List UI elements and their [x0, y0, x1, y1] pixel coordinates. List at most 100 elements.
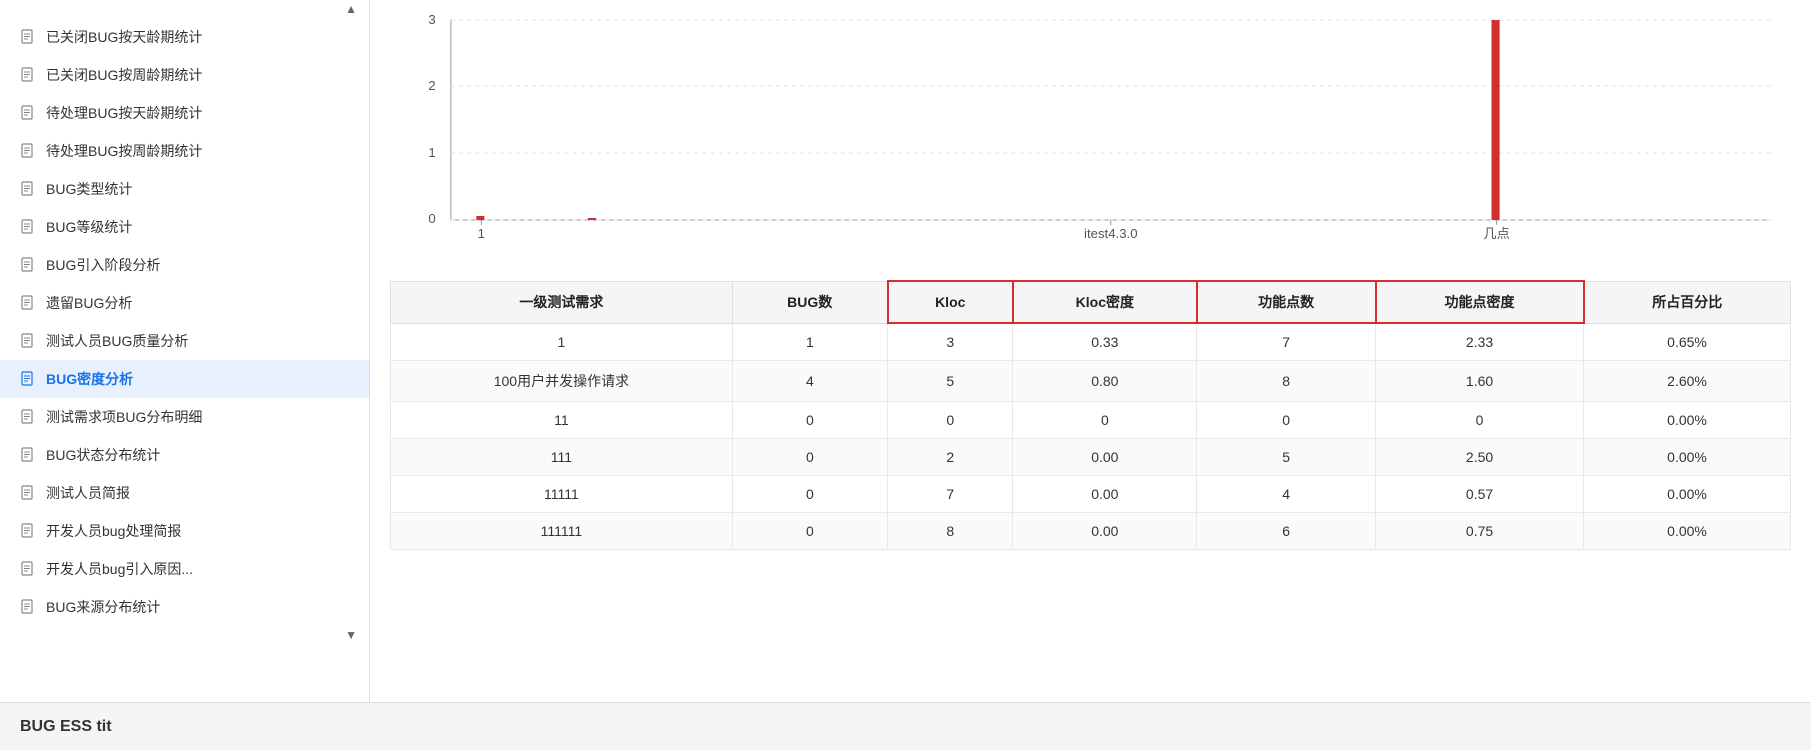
scroll-down-button[interactable]: ▼ — [341, 626, 361, 644]
cell-func-pts: 4 — [1197, 476, 1376, 513]
doc-icon — [20, 484, 38, 502]
cell-bugs: 0 — [732, 513, 887, 550]
table-row: 11000000.00% — [391, 402, 1791, 439]
sidebar-item-tester-bug-quality[interactable]: 测试人员BUG质量分析 — [0, 322, 369, 360]
cell-func-pts: 7 — [1197, 323, 1376, 361]
sidebar-item-bug-source-dist[interactable]: BUG来源分布统计 — [0, 588, 369, 626]
sidebar-item-pending-bug-age[interactable]: 待处理BUG按天龄期统计 — [0, 94, 369, 132]
cell-req: 11 — [391, 402, 733, 439]
sidebar-item-label: BUG等级统计 — [46, 217, 132, 237]
th-func-pts: 功能点数 — [1197, 281, 1376, 323]
table-row: 111020.0052.500.00% — [391, 439, 1791, 476]
cell-func-density: 0.75 — [1376, 513, 1584, 550]
cell-func-density: 0 — [1376, 402, 1584, 439]
sidebar-item-bug-level[interactable]: BUG等级统计 — [0, 208, 369, 246]
cell-kloc: 7 — [888, 476, 1013, 513]
cell-bugs: 0 — [732, 476, 887, 513]
doc-icon — [20, 408, 38, 426]
main-content: 0 1 2 3 1 itest4.3.0 几点 一级测试需求 BUG — [370, 0, 1811, 750]
scroll-up-container: ▲ — [0, 0, 369, 18]
bug-density-chart: 0 1 2 3 1 itest4.3.0 几点 — [390, 10, 1791, 250]
table-row: 11111070.0040.570.00% — [391, 476, 1791, 513]
cell-bugs: 4 — [732, 361, 887, 402]
cell-percent: 0.00% — [1584, 476, 1791, 513]
th-kloc-density: Kloc密度 — [1013, 281, 1197, 323]
bug-density-table: 一级测试需求 BUG数 Kloc Kloc密度 功能点数 功能点密度 所占百分比… — [390, 280, 1791, 550]
th-kloc: Kloc — [888, 281, 1013, 323]
doc-icon — [20, 218, 38, 236]
svg-text:1: 1 — [478, 226, 485, 241]
sidebar-item-dev-bug-brief[interactable]: 开发人员bug处理简报 — [0, 512, 369, 550]
sidebar-item-label: 已关闭BUG按天龄期统计 — [46, 27, 202, 47]
cell-func-pts: 0 — [1197, 402, 1376, 439]
sidebar-item-label: 开发人员bug处理简报 — [46, 521, 181, 541]
doc-icon — [20, 598, 38, 616]
sidebar: ▲ 已关闭BUG按天龄期统计 已关闭BUG按周龄期统计 待处理BUG按天龄期统计… — [0, 0, 370, 750]
svg-text:itest4.3.0: itest4.3.0 — [1084, 226, 1137, 241]
sidebar-item-label: 待处理BUG按周龄期统计 — [46, 141, 202, 161]
sidebar-item-label: 开发人员bug引入原因... — [46, 559, 193, 579]
chart-area: 0 1 2 3 1 itest4.3.0 几点 — [390, 10, 1791, 250]
cell-func-density: 1.60 — [1376, 361, 1584, 402]
cell-req: 100用户并发操作请求 — [391, 361, 733, 402]
cell-kloc-density: 0.00 — [1013, 513, 1197, 550]
scroll-up-button[interactable]: ▲ — [341, 0, 361, 18]
sidebar-item-residual-bug[interactable]: 遗留BUG分析 — [0, 284, 369, 322]
cell-bugs: 1 — [732, 323, 887, 361]
cell-percent: 0.00% — [1584, 513, 1791, 550]
sidebar-item-bug-intro-stage[interactable]: BUG引入阶段分析 — [0, 246, 369, 284]
sidebar-item-tester-brief[interactable]: 测试人员简报 — [0, 474, 369, 512]
table-row: 1130.3372.330.65% — [391, 323, 1791, 361]
sidebar-item-test-req-bug-detail[interactable]: 测试需求项BUG分布明细 — [0, 398, 369, 436]
cell-kloc: 8 — [888, 513, 1013, 550]
sidebar-item-label: BUG来源分布统计 — [46, 597, 160, 617]
doc-icon — [20, 28, 38, 46]
sidebar-item-bug-status-dist[interactable]: BUG状态分布统计 — [0, 436, 369, 474]
sidebar-item-pending-bug-week[interactable]: 待处理BUG按周龄期统计 — [0, 132, 369, 170]
cell-percent: 0.00% — [1584, 439, 1791, 476]
doc-icon — [20, 560, 38, 578]
cell-req: 111111 — [391, 513, 733, 550]
cell-percent: 0.00% — [1584, 402, 1791, 439]
doc-icon — [20, 256, 38, 274]
svg-text:1: 1 — [428, 145, 435, 160]
cell-kloc: 0 — [888, 402, 1013, 439]
cell-func-density: 2.50 — [1376, 439, 1584, 476]
cell-kloc-density: 0.00 — [1013, 439, 1197, 476]
cell-kloc-density: 0 — [1013, 402, 1197, 439]
doc-icon — [20, 370, 38, 388]
doc-icon — [20, 522, 38, 540]
cell-kloc-density: 0.00 — [1013, 476, 1197, 513]
sidebar-item-label: BUG引入阶段分析 — [46, 255, 160, 275]
sidebar-item-dev-bug-intro[interactable]: 开发人员bug引入原因... — [0, 550, 369, 588]
sidebar-item-closed-bug-week[interactable]: 已关闭BUG按周龄期统计 — [0, 56, 369, 94]
th-bugs: BUG数 — [732, 281, 887, 323]
cell-kloc: 2 — [888, 439, 1013, 476]
doc-icon — [20, 180, 38, 198]
svg-text:3: 3 — [428, 12, 435, 27]
cell-kloc-density: 0.33 — [1013, 323, 1197, 361]
svg-text:2: 2 — [428, 78, 435, 93]
table-header-row: 一级测试需求 BUG数 Kloc Kloc密度 功能点数 功能点密度 所占百分比 — [391, 281, 1791, 323]
sidebar-item-label: 测试人员简报 — [46, 483, 130, 503]
cell-bugs: 0 — [732, 402, 887, 439]
doc-icon — [20, 104, 38, 122]
sidebar-item-closed-bug-age[interactable]: 已关闭BUG按天龄期统计 — [0, 18, 369, 56]
sidebar-item-bug-density[interactable]: BUG密度分析 — [0, 360, 369, 398]
sidebar-item-label: BUG密度分析 — [46, 369, 133, 389]
sidebar-items-container: 已关闭BUG按天龄期统计 已关闭BUG按周龄期统计 待处理BUG按天龄期统计 待… — [0, 18, 369, 626]
doc-icon — [20, 294, 38, 312]
th-req: 一级测试需求 — [391, 281, 733, 323]
sidebar-item-label: BUG状态分布统计 — [46, 445, 160, 465]
cell-req: 1 — [391, 323, 733, 361]
sidebar-item-label: 待处理BUG按天龄期统计 — [46, 103, 202, 123]
cell-percent: 0.65% — [1584, 323, 1791, 361]
cell-func-pts: 6 — [1197, 513, 1376, 550]
table-body: 1130.3372.330.65%100用户并发操作请求450.8081.602… — [391, 323, 1791, 550]
doc-icon — [20, 142, 38, 160]
doc-icon — [20, 446, 38, 464]
cell-req: 11111 — [391, 476, 733, 513]
cell-func-pts: 5 — [1197, 439, 1376, 476]
table-row: 100用户并发操作请求450.8081.602.60% — [391, 361, 1791, 402]
sidebar-item-bug-type[interactable]: BUG类型统计 — [0, 170, 369, 208]
